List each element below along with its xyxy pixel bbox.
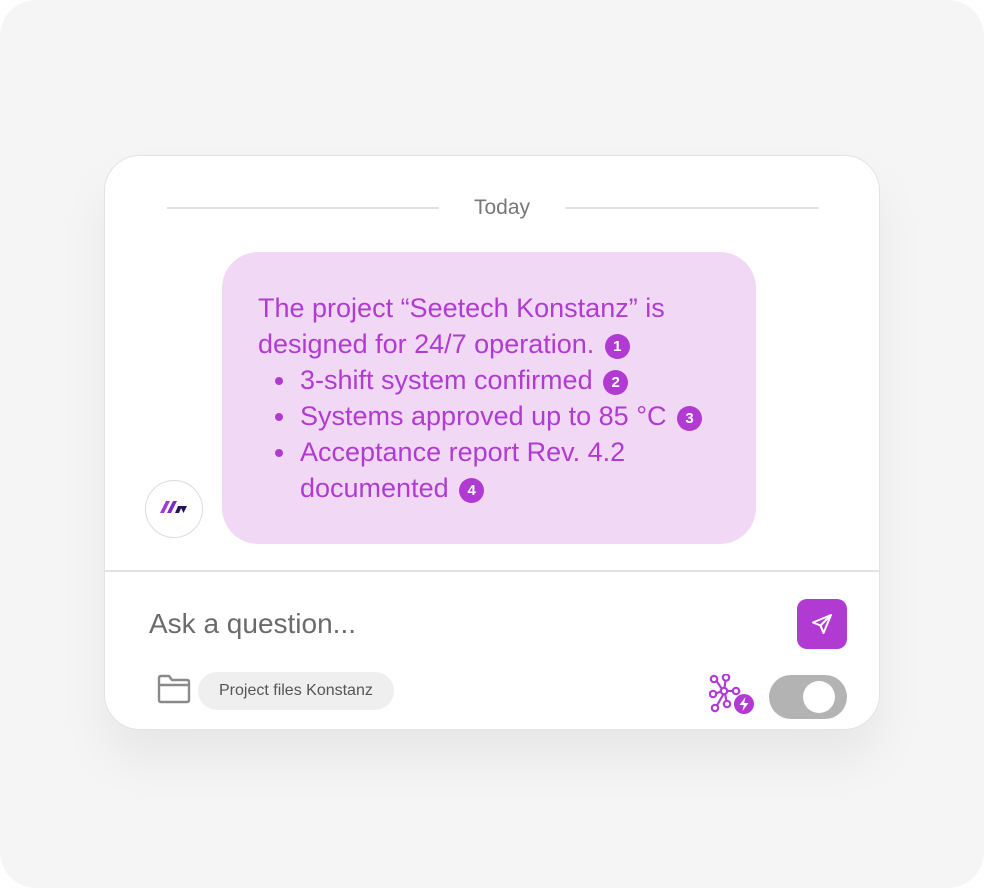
question-input[interactable] xyxy=(149,604,749,644)
knowledge-graph-toggle[interactable] xyxy=(769,675,847,719)
citation-badge[interactable]: 1 xyxy=(604,334,630,359)
assistant-message-bubble: The project “Seetech Konstanz” is design… xyxy=(222,252,756,544)
page-background: Today The project “Seetech Konstanz” is … xyxy=(0,0,984,888)
send-button[interactable] xyxy=(797,599,847,649)
citation-badge[interactable]: 2 xyxy=(603,370,629,395)
list-item: Systems approved up to 85 °C 3 xyxy=(275,398,736,434)
send-icon xyxy=(812,614,832,634)
message-intro: The project “Seetech Konstanz” is design… xyxy=(258,290,736,362)
source-chip[interactable]: Project files Konstanz xyxy=(198,672,394,710)
divider-line-left xyxy=(167,207,439,209)
date-label: Today xyxy=(473,196,531,219)
assistant-avatar xyxy=(145,480,203,538)
knowledge-graph-icon[interactable] xyxy=(708,673,757,721)
divider-line-right xyxy=(565,207,819,209)
date-divider: Today xyxy=(167,196,819,220)
bullet-text: Systems approved up to 85 °C xyxy=(300,401,667,431)
brand-logo-icon xyxy=(160,501,187,513)
citation-badge[interactable]: 3 xyxy=(677,406,703,431)
citation-badge[interactable]: 4 xyxy=(459,478,485,503)
message-intro-text: The project “Seetech Konstanz” is design… xyxy=(258,293,665,359)
chat-window: Today The project “Seetech Konstanz” is … xyxy=(104,155,880,730)
folder-icon[interactable] xyxy=(157,674,191,709)
composer-divider xyxy=(105,570,879,572)
list-item: 3-shift system confirmed 2 xyxy=(275,362,736,398)
list-item: Acceptance report Rev. 4.2 documented 4 xyxy=(275,434,736,506)
toggle-knob xyxy=(803,681,835,713)
bullet-text: 3-shift system confirmed xyxy=(300,365,593,395)
message-bullet-list: 3-shift system confirmed 2 Systems appro… xyxy=(258,362,736,506)
